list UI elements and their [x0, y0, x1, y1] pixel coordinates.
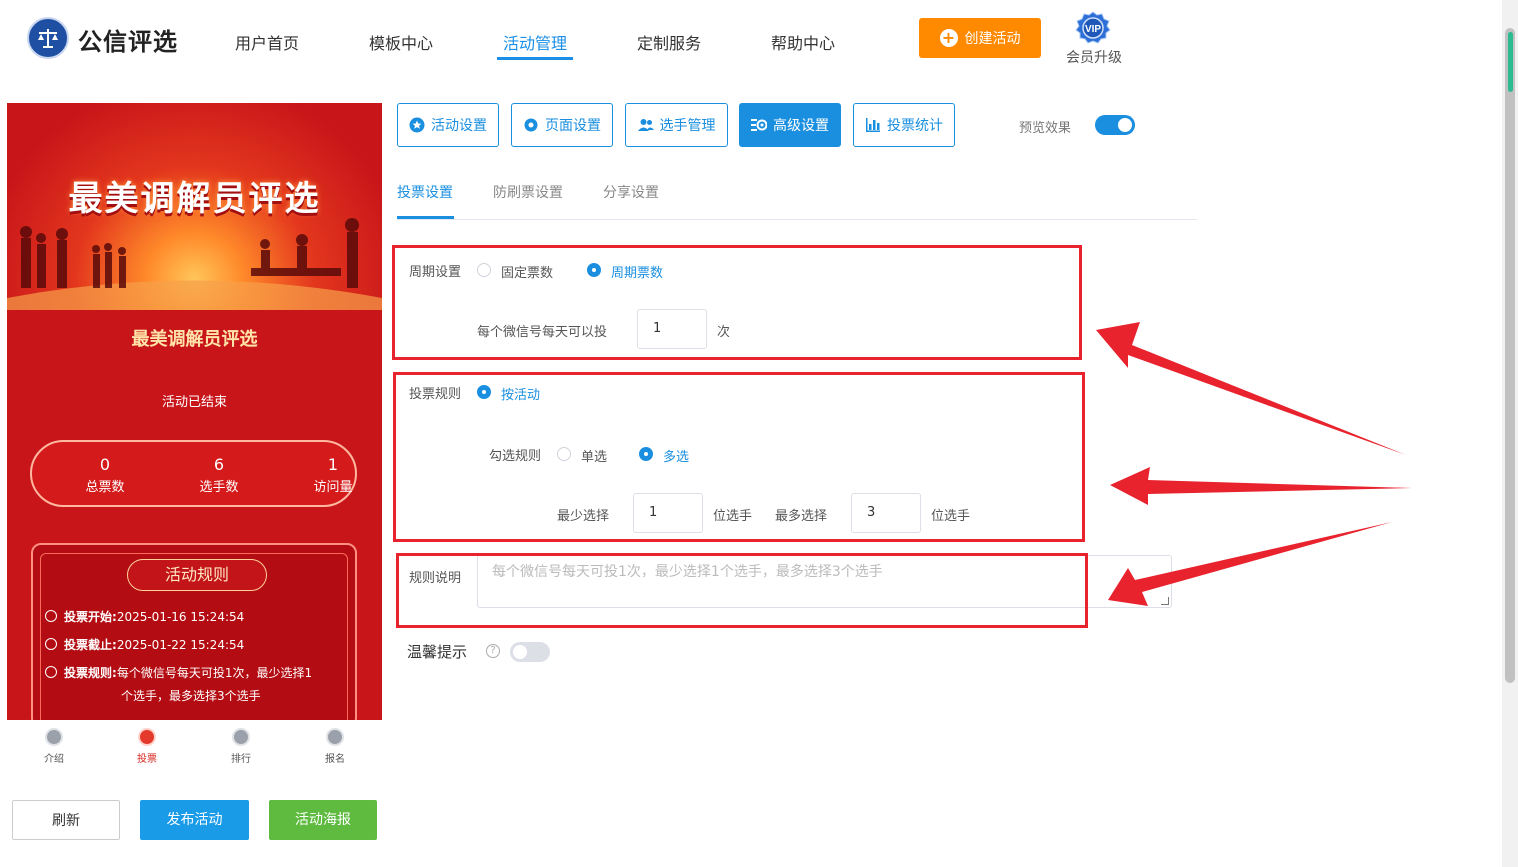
nav-active-indicator [497, 57, 573, 60]
create-activity-label: 创建活动 [964, 31, 1021, 47]
phone-nav-intro[interactable]: 介绍 [24, 728, 84, 765]
subtab-divider [397, 219, 1197, 220]
publish-activity-button[interactable]: 发布活动 [140, 800, 249, 840]
vip-badge-icon[interactable]: VIP [1075, 11, 1111, 45]
preview-rules-frame: 活动规则 投票开始:2025-01-16 15:24:54 投票截止:2025-… [31, 543, 357, 720]
rule-vote-end-value: 2025-01-22 15:24:54 [116, 638, 245, 652]
create-activity-button[interactable]: + 创建活动 [919, 18, 1041, 58]
stat-visits-value: 1 [327, 455, 339, 474]
refresh-button[interactable]: 刷新 [12, 800, 120, 840]
nav-custom-service[interactable]: 定制服务 [637, 30, 701, 54]
vip-badge-text: VIP [1085, 24, 1101, 35]
page-scrollbar-thumb[interactable] [1505, 28, 1515, 683]
phone-nav-vote-label: 投票 [137, 754, 157, 765]
rule-vote-rule-continued: 个选手，最多选择3个选手 [121, 689, 261, 703]
subtab-share-settings[interactable]: 分享设置 [603, 182, 659, 202]
preview-activity-status: 活动已结束 [161, 395, 227, 410]
stat-total-votes-label: 总票数 [85, 480, 125, 495]
logo-text[interactable]: 公信评选 [78, 22, 178, 57]
tab-vote-statistics[interactable]: 投票统计 [853, 103, 955, 147]
annotation-box-period [392, 245, 1082, 360]
tab-activity-settings-label: 活动设置 [431, 118, 487, 134]
resize-handle-icon[interactable] [1161, 597, 1169, 605]
vip-upgrade-label[interactable]: 会员升级 [1066, 47, 1122, 67]
stat-contestants: 6 选手数 [169, 455, 269, 496]
nav-help-center[interactable]: 帮助中心 [771, 30, 835, 54]
phone-nav-ranking[interactable]: 排行 [211, 728, 271, 765]
mobile-preview: 最美调解员评选 最美调解员评选 活动已结束 0 总票数 6 选手数 1 访问量 … [7, 103, 382, 720]
preview-banner: 最美调解员评选 [7, 103, 382, 310]
preview-activity-title: 最美调解员评选 [131, 329, 258, 350]
tab-vote-statistics-label: 投票统计 [887, 118, 943, 134]
tab-page-settings[interactable]: 页面设置 [511, 103, 613, 147]
stat-visits-label: 访问量 [313, 480, 353, 495]
nav-activity-management[interactable]: 活动管理 [503, 30, 567, 54]
rule-vote-end: 投票截止:2025-01-22 15:24:54 [45, 634, 345, 656]
stat-total-votes-value: 0 [99, 455, 111, 474]
star-icon [409, 117, 425, 133]
clock-icon [45, 610, 57, 622]
logo-scales-icon [27, 17, 69, 59]
stat-contestants-label: 选手数 [199, 480, 239, 495]
activity-poster-button[interactable]: 活动海报 [269, 800, 377, 840]
stat-visits: 1 访问量 [283, 455, 382, 496]
help-question-icon[interactable]: ? [486, 644, 500, 658]
subtab-anti-fraud-settings[interactable]: 防刷票设置 [493, 182, 563, 202]
phone-nav-ranking-label: 排行 [231, 754, 251, 765]
tab-advanced-settings[interactable]: 高级设置 [739, 103, 841, 147]
signup-icon [326, 728, 344, 746]
ranking-icon [232, 728, 250, 746]
top-header: 公信评选 用户首页 模板中心 活动管理 定制服务 帮助中心 + 创建活动 VIP… [0, 0, 1500, 80]
warm-tip-label: 温馨提示 [407, 643, 468, 661]
rule-vote-start-label: 投票开始: [64, 610, 117, 624]
rule-vote-rule-text-1: 每个微信号每天可投1次，最少选择1 [116, 666, 313, 680]
tab-activity-settings[interactable]: 活动设置 [397, 103, 499, 147]
preview-effect-toggle[interactable] [1095, 115, 1135, 135]
nav-templates[interactable]: 模板中心 [369, 30, 433, 54]
preview-stats-box: 0 总票数 6 选手数 1 访问量 [30, 440, 357, 507]
gear-icon [524, 118, 538, 132]
plus-icon: + [939, 29, 958, 47]
banner-silhouettes-image [7, 218, 382, 310]
rule-vote-end-label: 投票截止: [64, 638, 117, 652]
stat-contestants-value: 6 [213, 455, 225, 474]
rule-vote-rule-label: 投票规则: [64, 666, 117, 680]
phone-nav-intro-label: 介绍 [44, 754, 64, 765]
subtab-active-indicator [397, 216, 454, 219]
phone-nav-signup[interactable]: 报名 [305, 728, 365, 765]
nav-home[interactable]: 用户首页 [235, 30, 299, 54]
intro-icon [45, 728, 63, 746]
tab-advanced-settings-label: 高级设置 [773, 118, 829, 134]
annotation-box-rules [393, 372, 1085, 542]
subtab-vote-settings[interactable]: 投票设置 [397, 182, 453, 202]
banner-title: 最美调解员评选 [68, 179, 321, 219]
tab-contestant-management-label: 选手管理 [659, 118, 716, 134]
info-icon [45, 666, 57, 678]
settings-sliders-icon [751, 119, 767, 131]
phone-nav-signup-label: 报名 [325, 754, 345, 765]
preview-effect-label: 预览效果 [1019, 121, 1072, 136]
users-icon [637, 119, 654, 131]
annotation-box-description [396, 553, 1088, 628]
scrollbar-indicator [1508, 32, 1513, 92]
bar-chart-icon [866, 118, 880, 132]
rule-vote-start: 投票开始:2025-01-16 15:24:54 [45, 606, 345, 628]
rule-vote-start-value: 2025-01-16 15:24:54 [116, 610, 245, 624]
rule-vote-rule: 投票规则:每个微信号每天可投1次，最少选择1 [45, 662, 345, 684]
phone-nav-vote[interactable]: 投票 [117, 728, 177, 765]
rules-title-pill: 活动规则 [127, 559, 267, 591]
warm-tip-toggle[interactable] [510, 642, 550, 662]
vote-icon [138, 728, 156, 746]
clock-icon [45, 638, 57, 650]
tab-page-settings-label: 页面设置 [545, 118, 601, 134]
stat-total-votes: 0 总票数 [55, 455, 155, 496]
tab-contestant-management[interactable]: 选手管理 [625, 103, 728, 147]
